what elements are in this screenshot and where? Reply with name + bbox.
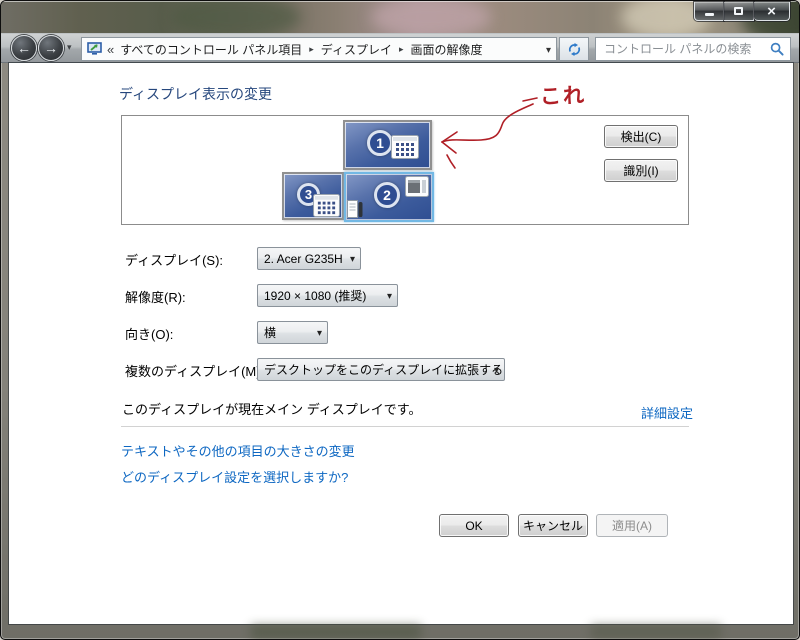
glass-highlight	[1, 1, 799, 2]
monitor-1[interactable]: 1	[343, 120, 432, 170]
glass-blur-blob	[171, 1, 301, 33]
breadcrumb-item-screen-resolution[interactable]: 画面の解像度	[410, 41, 482, 58]
orientation-label: 向き(O):	[125, 327, 174, 342]
which-display-settings-link[interactable]: どのディスプレイ設定を選択しますか?	[121, 467, 348, 486]
orientation-select-value: 横	[264, 326, 277, 340]
resolution-select-value: 1920 × 1080 (推奨)	[264, 289, 367, 303]
advanced-settings-link[interactable]: 詳細設定	[641, 403, 693, 422]
window-panel-icon	[405, 176, 429, 197]
chevron-down-icon: ▾	[386, 291, 392, 302]
chevron-down-icon: ▾	[493, 365, 499, 376]
refresh-button[interactable]	[559, 37, 589, 61]
resolution-label: 解像度(R):	[125, 290, 186, 305]
monitor-2-number: 2	[374, 182, 400, 208]
chevron-down-icon: ▾	[316, 328, 322, 339]
breadcrumb-separator-icon: ▸	[309, 43, 314, 54]
maximize-icon	[734, 7, 743, 15]
navigation-bar: ← → ▾ « すべてのコントロール パネル項目 ▸ ディスプレイ ▸ 画面の解…	[1, 33, 799, 63]
monitor-2-selected[interactable]: 2	[344, 172, 434, 222]
page-title: ディスプレイ表示の変更	[119, 86, 273, 102]
window-controls: ×	[694, 2, 790, 21]
refresh-icon	[568, 42, 580, 56]
multiple-displays-label: 複数のディスプレイ(M):	[125, 364, 265, 379]
search-input[interactable]	[596, 42, 770, 56]
address-dropdown-icon[interactable]: ▾	[546, 45, 551, 56]
main-display-note: このディスプレイが現在メイン ディスプレイです。	[122, 402, 422, 417]
glass-blur-blob	[591, 625, 721, 639]
screen-resolution-window: × ← → ▾ « すべてのコントロール パネル項目 ▸ ディスプレイ ▸ 画面…	[0, 0, 800, 640]
minimize-button[interactable]	[694, 2, 724, 21]
breadcrumb-separator-icon: ▸	[398, 43, 404, 54]
multiple-displays-select[interactable]: デスクトップをこのディスプレイに拡張する ▾	[257, 358, 505, 381]
text-size-link[interactable]: テキストやその他の項目の大きさの変更	[121, 441, 355, 460]
screen-resolution-icon	[87, 42, 103, 56]
glass-blur-blob	[251, 625, 421, 639]
multiple-displays-select-value: デスクトップをこのディスプレイに拡張する	[264, 363, 504, 377]
monitor-3[interactable]: 3	[282, 172, 344, 220]
close-button[interactable]: ×	[754, 2, 790, 21]
minimize-icon	[704, 12, 714, 16]
chevron-down-icon: ▾	[349, 254, 355, 265]
display-label: ディスプレイ(S):	[125, 253, 224, 268]
monitor-1-number: 1	[367, 130, 393, 156]
search-icon[interactable]	[770, 42, 784, 56]
breadcrumb-item-display[interactable]: ディスプレイ	[321, 41, 392, 58]
keypad-icon	[313, 194, 340, 217]
phone-device-icon	[347, 198, 364, 220]
chevrons-left-icon[interactable]: «	[107, 42, 114, 57]
breadcrumb: « すべてのコントロール パネル項目 ▸ ディスプレイ ▸ 画面の解像度 ▾	[81, 37, 557, 61]
divider	[121, 426, 689, 427]
cancel-button[interactable]: キャンセル	[518, 514, 588, 537]
recent-pages-dropdown[interactable]: ▾	[67, 42, 72, 53]
search-box	[595, 37, 791, 61]
breadcrumb-item-all-control-panel[interactable]: すべてのコントロール パネル項目	[120, 41, 302, 58]
identify-button[interactable]: 識別(I)	[604, 159, 678, 182]
back-button[interactable]: ←	[11, 35, 37, 61]
keypad-icon	[391, 135, 419, 159]
apply-button[interactable]: 適用(A)	[596, 514, 668, 537]
resolution-select[interactable]: 1920 × 1080 (推奨) ▾	[257, 284, 398, 307]
forward-button[interactable]: →	[38, 35, 64, 61]
glass-blur-blob	[371, 1, 491, 33]
title-bar	[1, 1, 799, 33]
orientation-select[interactable]: 横 ▾	[257, 321, 328, 344]
forward-icon: →	[44, 40, 58, 56]
ok-button[interactable]: OK	[439, 514, 509, 537]
detect-button[interactable]: 検出(C)	[604, 125, 678, 148]
display-select[interactable]: 2. Acer G235H ▾	[257, 247, 361, 270]
back-icon: ←	[17, 40, 31, 56]
annotation-kore-text: これ	[539, 84, 587, 109]
close-icon: ×	[767, 2, 776, 20]
maximize-button[interactable]	[724, 2, 754, 21]
content-area: ディスプレイ表示の変更 1 3 2 検出(C) 識別(I) これ ディスプレイ(…	[9, 63, 793, 624]
display-select-value: 2. Acer G235H	[264, 251, 343, 266]
